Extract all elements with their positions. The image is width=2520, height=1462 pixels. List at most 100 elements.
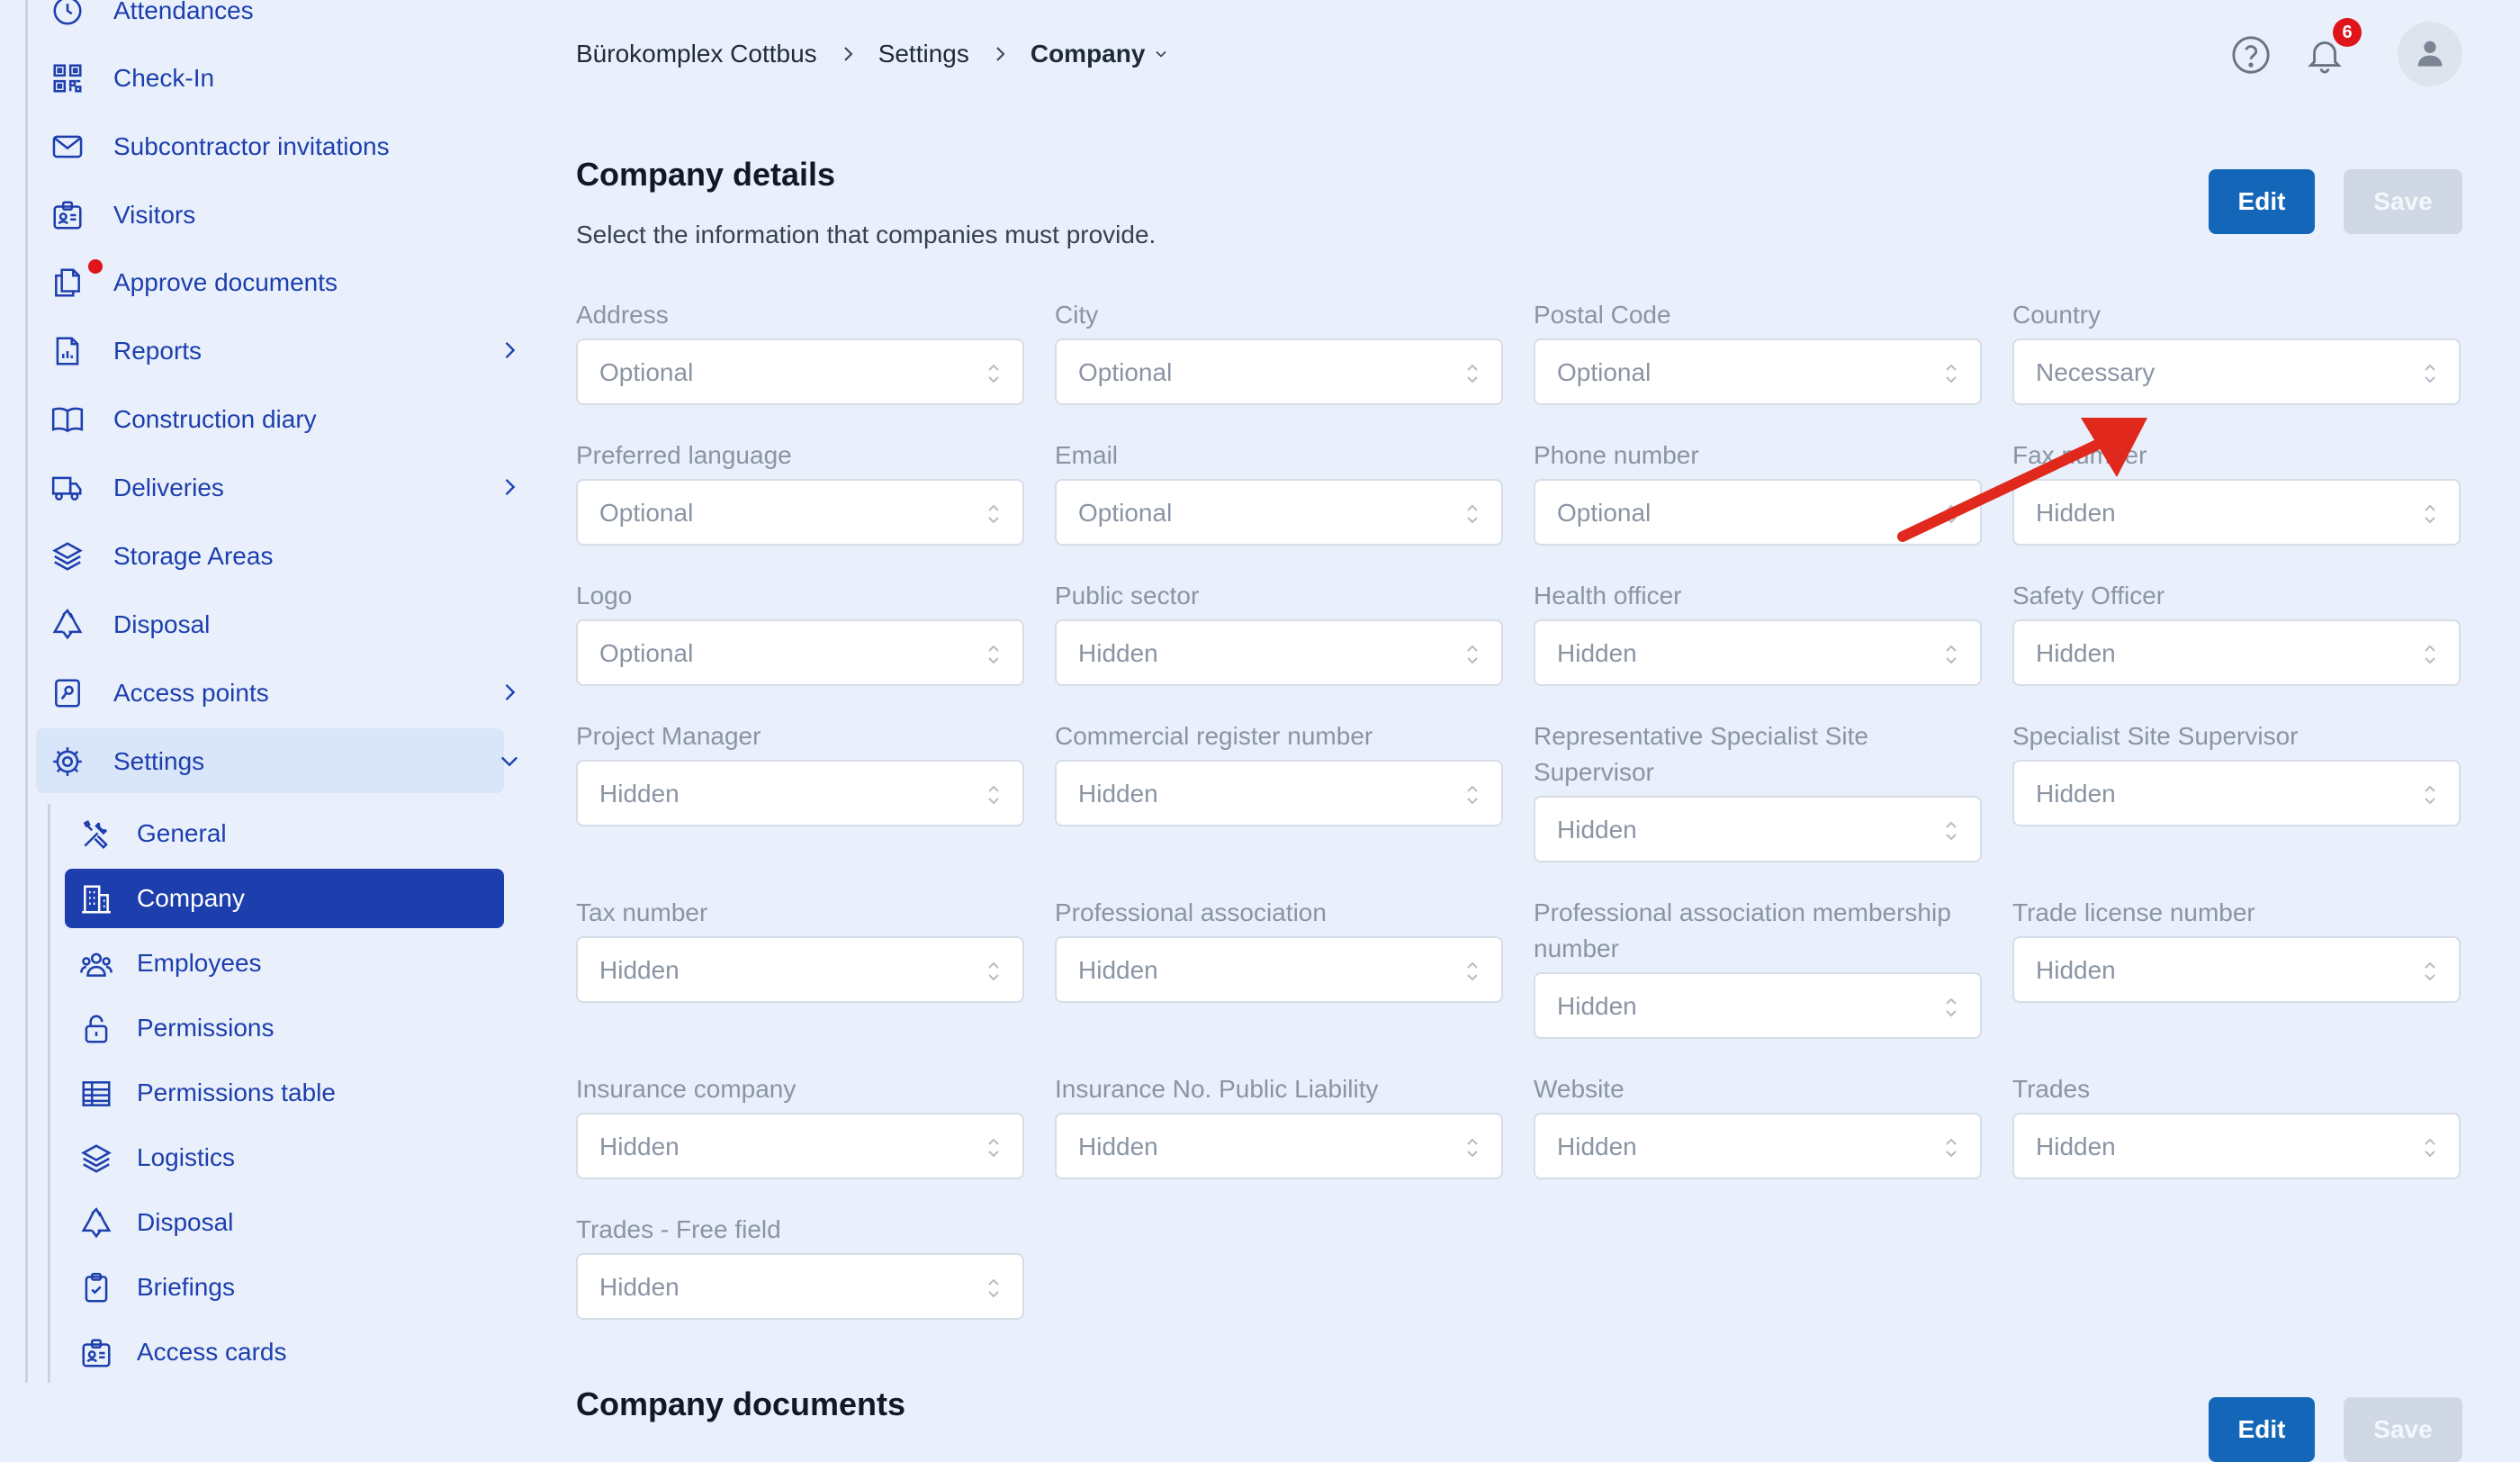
documents-save-button[interactable]: Save [2344,1397,2462,1462]
breadcrumb-item-current[interactable]: Company [1030,40,1146,68]
select-value: Hidden [599,1273,680,1301]
edit-button[interactable]: Edit [2209,169,2315,234]
requirement-select[interactable]: Optional [576,338,1024,405]
qr-code-icon [53,64,82,93]
sidebar-subitem-general[interactable]: General [65,804,504,863]
requirement-select[interactable]: Optional [1055,479,1503,546]
chevron-down-icon[interactable] [1152,45,1170,63]
sidebar-item-access-points[interactable]: Access points [36,660,516,725]
field-label: Email [1055,441,1119,469]
updown-chevron-icon [988,504,999,524]
requirement-select[interactable]: Hidden [1055,936,1503,1003]
building-icon [82,885,111,914]
requirement-select[interactable]: Hidden [1055,1113,1503,1179]
sidebar-item-deliveries[interactable]: Deliveries [36,455,516,519]
requirement-select[interactable]: Hidden [1055,619,1503,686]
field-label: Preferred language [576,441,792,469]
user-icon [2417,41,2443,67]
requirement-select[interactable]: Hidden [576,936,1024,1003]
requirement-select[interactable]: Hidden [2012,619,2461,686]
field-label: Logo [576,582,633,609]
submenu-rail [48,804,50,1383]
requirement-select[interactable]: Hidden [2012,936,2461,1003]
sidebar-subitem-label: Company [137,884,245,912]
sidebar-item-label: Deliveries [113,474,224,501]
field-label: Professional association membership numb… [1534,898,1951,962]
requirement-select[interactable]: Hidden [576,1253,1024,1320]
documents-edit-button[interactable]: Edit [2209,1397,2315,1462]
sidebar-subitem-employees[interactable]: Employees [65,934,504,993]
updown-chevron-icon [1946,821,1957,841]
requirement-select[interactable]: Optional [1055,338,1503,405]
sidebar-item-label: Subcontractor invitations [113,132,390,160]
badge-icon [53,201,82,230]
sidebar-subitem-access-cards[interactable]: Access cards [65,1322,504,1382]
sidebar-item-attendances[interactable]: Attendances [36,0,504,42]
sidebar-item-settings[interactable]: Settings [36,728,518,793]
field-label: Project Manager [576,722,761,750]
tools-icon [83,820,108,850]
requirement-select[interactable]: Hidden [1534,972,1982,1039]
requirement-select[interactable]: Hidden [1534,619,1982,686]
sidebar-item-disposal[interactable]: Disposal [36,591,504,656]
sidebar-item-check-in[interactable]: Check-In [36,45,504,110]
sidebar-subitem-permissions[interactable]: Permissions [65,998,504,1058]
clipboard-icon [85,1272,108,1303]
field-label: Website [1534,1075,1624,1103]
requirement-select[interactable]: Optional [1534,338,1982,405]
sidebar-item-subcontractor-invitations[interactable]: Subcontractor invitations [36,113,504,178]
select-value: Hidden [599,956,680,984]
requirement-select[interactable]: Hidden [576,1113,1024,1179]
sidebar-item-reports[interactable]: Reports [36,318,516,383]
sidebar-item-label: Attendances [113,0,254,24]
chevron-right-icon [843,47,853,61]
field-label: Country [2012,301,2102,329]
select-value: Hidden [599,1133,680,1160]
sidebar-subitem-permissions-table[interactable]: Permissions table [65,1063,504,1123]
select-value: Hidden [1557,816,1637,844]
sidebar-subitem-company[interactable]: Company [65,869,504,928]
requirement-select[interactable]: Hidden [1534,796,1982,862]
sidebar-item-approve-documents[interactable]: Approve documents [36,249,504,314]
field-label: Specialist Site Supervisor [2012,722,2299,750]
updown-chevron-icon [1467,785,1478,805]
help-icon[interactable] [2230,34,2272,76]
requirement-select[interactable]: Necessary [2012,338,2461,405]
sidebar-item-visitors[interactable]: Visitors [36,182,504,247]
requirement-select[interactable]: Optional [576,479,1024,546]
avatar[interactable] [2398,22,2462,86]
save-button[interactable]: Save [2344,169,2462,234]
select-value: Optional [599,499,694,527]
sidebar-item-construction-diary[interactable]: Construction diary [36,386,504,451]
requirement-select[interactable]: Hidden [2012,760,2461,826]
requirement-select[interactable]: Optional [576,619,1024,686]
section-description: Select the information that companies mu… [576,221,1156,248]
requirement-select[interactable]: Hidden [1534,1113,1982,1179]
requirement-select[interactable]: Hidden [1055,760,1503,826]
sidebar-subitem-disposal[interactable]: Disposal [65,1193,504,1252]
select-value: Hidden [599,780,680,808]
updown-chevron-icon [2425,645,2435,664]
updown-chevron-icon [988,1278,999,1298]
field-label: Insurance No. Public Liability [1055,1075,1379,1103]
field-label: Insurance company [576,1075,796,1103]
field-label: City [1055,301,1099,329]
updown-chevron-icon [1946,997,1957,1017]
users-icon [80,952,112,977]
field-label: Tax number [576,898,708,926]
sidebar-item-storage-areas[interactable]: Storage Areas [36,523,504,588]
updown-chevron-icon [988,364,999,384]
updown-chevron-icon [988,785,999,805]
breadcrumb-item-settings[interactable]: Settings [878,40,969,68]
updown-chevron-icon [1467,504,1478,524]
sidebar-item-label: Disposal [113,610,211,638]
requirement-select[interactable]: Hidden [576,760,1024,826]
requirement-select[interactable]: Hidden [2012,1113,2461,1179]
field-label: Trades [2012,1075,2091,1103]
gear-icon [53,747,82,776]
breadcrumb-item-project[interactable]: Bürokomplex Cottbus [576,40,817,68]
book-icon [51,407,84,433]
select-value: Hidden [1557,992,1637,1020]
sidebar-subitem-briefings[interactable]: Briefings [65,1258,504,1317]
sidebar-subitem-logistics[interactable]: Logistics [65,1128,504,1187]
